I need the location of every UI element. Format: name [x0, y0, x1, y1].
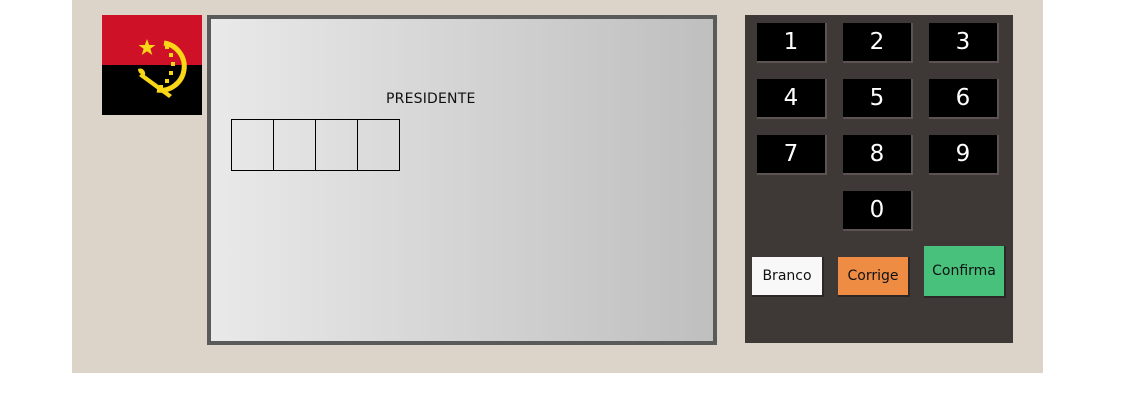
candidate-number-boxes — [231, 119, 400, 171]
office-label: PRESIDENTE — [386, 91, 476, 107]
key-1-button[interactable]: 1 — [757, 23, 827, 63]
number-box — [231, 119, 274, 171]
key-5-button[interactable]: 5 — [843, 79, 913, 119]
key-9-button[interactable]: 9 — [929, 135, 999, 175]
key-2-button[interactable]: 2 — [843, 23, 913, 63]
key-0-button[interactable]: 0 — [843, 191, 913, 231]
ballot-screen: PRESIDENTE — [207, 15, 717, 345]
key-8-button[interactable]: 8 — [843, 135, 913, 175]
blank-vote-button[interactable]: Branco — [752, 257, 824, 297]
key-3-button[interactable]: 3 — [929, 23, 999, 63]
number-box — [274, 119, 316, 171]
confirm-button[interactable]: Confirma — [924, 246, 1006, 298]
angola-flag-icon — [102, 15, 202, 115]
correct-button[interactable]: Corrige — [838, 257, 910, 297]
key-6-button[interactable]: 6 — [929, 79, 999, 119]
key-7-button[interactable]: 7 — [757, 135, 827, 175]
number-box — [316, 119, 358, 171]
key-4-button[interactable]: 4 — [757, 79, 827, 119]
number-box — [358, 119, 400, 171]
